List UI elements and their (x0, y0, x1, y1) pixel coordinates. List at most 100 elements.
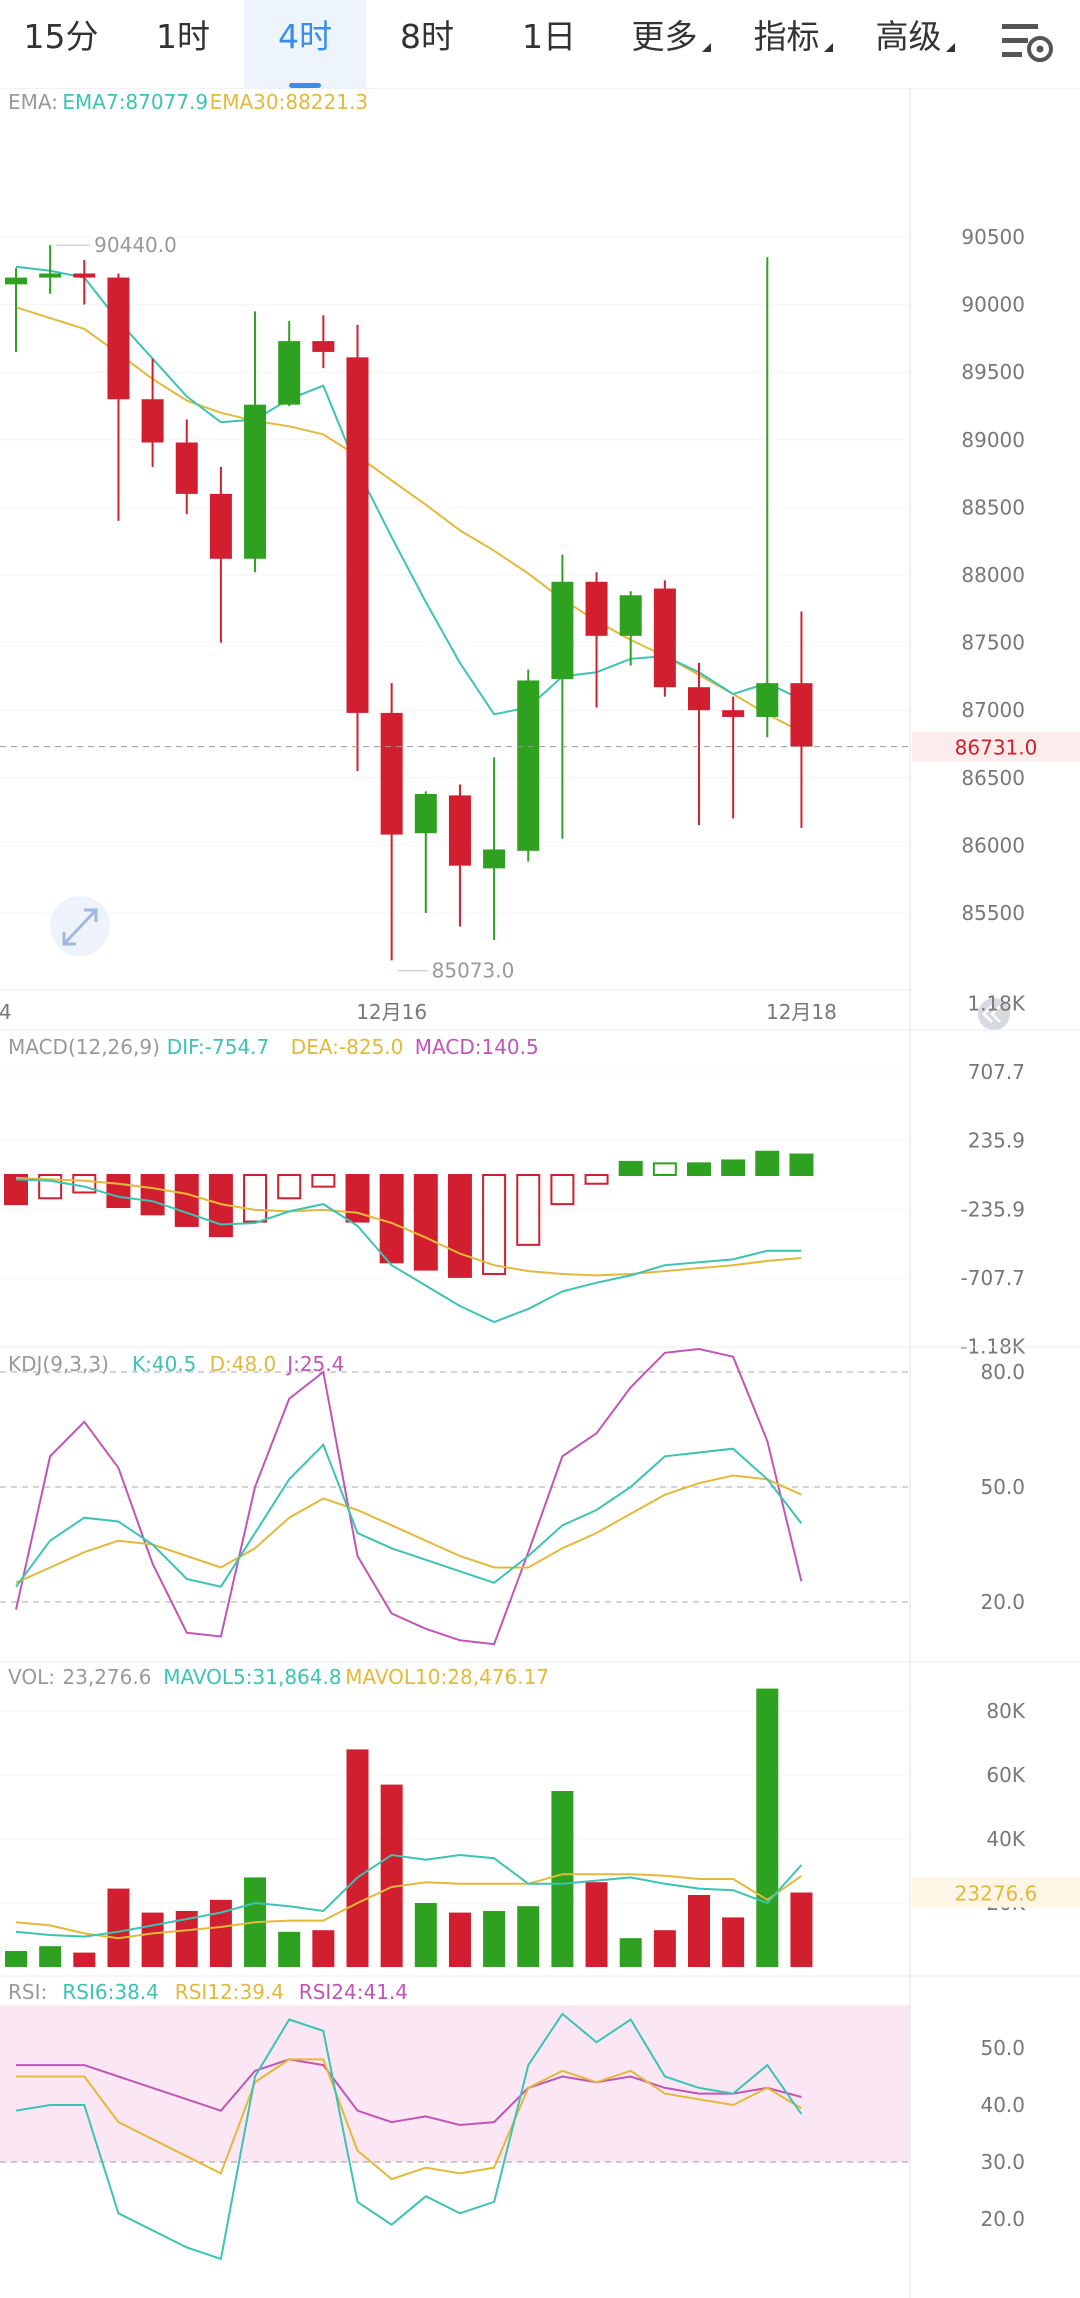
macd-bar (379, 1174, 404, 1264)
legend-item: RSI24:41.4 (299, 1980, 408, 2004)
min-price-label: 85073.0 (432, 959, 515, 983)
macd-bar (174, 1174, 199, 1227)
candle-body (141, 399, 164, 443)
dea-line (15, 1176, 802, 1277)
rsi-overbought-band (0, 2005, 910, 2162)
candle-body (244, 404, 267, 559)
legend-item: EMA30:88221.3 (210, 90, 368, 114)
y-tick-label: 60K (986, 1763, 1025, 1787)
candle-body (653, 588, 676, 688)
tab-4[interactable]: 1日 (488, 0, 610, 88)
volume-bar (278, 1931, 301, 1967)
tab-label: 4时 (278, 17, 332, 56)
volume-bar (414, 1903, 437, 1967)
legend-item: MAVOL5:31,864.8 (163, 1665, 341, 1689)
y-tick-label: 20.0 (980, 2207, 1025, 2231)
candle-body (448, 795, 471, 866)
tab-label: 高级 (875, 17, 942, 56)
volume-bar (5, 1951, 27, 1967)
macd-bar (516, 1174, 541, 1246)
kdj-k-line (15, 1442, 803, 1588)
tab-label: 8时 (400, 17, 454, 56)
last-volume-label: 23276.6 (955, 1882, 1038, 1906)
y-tick-label: 89500 (961, 360, 1025, 384)
y-tick-label: 87500 (961, 631, 1025, 655)
y-tick-label: 88500 (961, 495, 1025, 519)
legend-item: K:40.5 (132, 1352, 196, 1376)
candle-body (380, 712, 403, 835)
y-tick-label: 80.0 (980, 1360, 1025, 1384)
volume-bar (585, 1882, 608, 1967)
y-tick-label: 50.0 (980, 1475, 1025, 1499)
volume-bar (346, 1749, 369, 1967)
candle-body (619, 595, 642, 636)
y-tick-label: 30.0 (980, 2150, 1025, 2174)
volume-bar (790, 1892, 813, 1967)
candle-body (688, 687, 710, 711)
x-tick-label: 14 (0, 1000, 12, 1024)
kline-chart[interactable]: EMA: EMA7:87077.9 EMA30:88221.3 90500 90000 8… (0, 88, 1080, 2298)
tab-2[interactable]: 4时 (244, 0, 366, 88)
candle-body (39, 273, 62, 278)
y-tick-label: 40.0 (980, 2093, 1025, 2117)
dropdown-caret-icon (823, 43, 833, 52)
chart-settings-icon[interactable] (1000, 18, 1056, 66)
y-tick-label: 85500 (961, 901, 1025, 925)
volume-bar (141, 1912, 164, 1967)
candle-body (483, 849, 506, 869)
candle-body (790, 683, 813, 747)
volume-bar (517, 1906, 540, 1967)
macd-bar (413, 1174, 438, 1271)
volume-bar (39, 1946, 62, 1967)
y-tick-label: 707.7 (968, 1060, 1025, 1084)
tab-0[interactable]: 15分 (0, 0, 122, 88)
y-tick-label: 235.9 (968, 1129, 1025, 1153)
macd-bar (277, 1174, 302, 1200)
dropdown-caret-icon (701, 43, 711, 52)
tab-1[interactable]: 1时 (122, 0, 244, 88)
legend-item: RSI6:38.4 (62, 1980, 158, 2004)
kdj-j-line (15, 1347, 803, 1646)
mavol5-line (15, 1853, 803, 1938)
legend-item: MACD(12,26,9) (8, 1035, 160, 1059)
macd-bar (687, 1162, 711, 1177)
tab-5[interactable]: 更多 (610, 0, 732, 88)
last-price-label: 86731.0 (955, 736, 1038, 760)
dropdown-caret-icon (945, 43, 955, 52)
macd-bar (482, 1174, 507, 1275)
y-tick-label: 88000 (961, 563, 1025, 587)
candle-body (756, 683, 779, 717)
tab-label: 1日 (522, 17, 576, 56)
volume-bar (688, 1895, 710, 1967)
dif-line (15, 1178, 802, 1324)
kdj-d-line (15, 1474, 802, 1584)
tab-3[interactable]: 8时 (366, 0, 488, 88)
volume-bar (756, 1688, 779, 1967)
macd-bar (618, 1160, 643, 1177)
y-tick-label: 90000 (961, 293, 1025, 317)
volume-bar (73, 1952, 96, 1967)
volume-bar (551, 1791, 574, 1967)
candle-body (551, 581, 574, 680)
volume-bar (722, 1917, 745, 1967)
legend-item: EMA: (8, 90, 58, 114)
macd-bar (721, 1159, 746, 1176)
expand-icon[interactable] (50, 896, 110, 956)
tab-6[interactable]: 指标 (732, 0, 854, 88)
legend-item: 23,276.6 (62, 1665, 151, 1689)
timeframe-tab-bar: 15分 1时 4时 8时 1日 更多 指标 高级 (0, 0, 1080, 89)
volume-bar (653, 1930, 676, 1967)
tab-label: 更多 (631, 17, 698, 56)
legend-item: RSI: (8, 1980, 47, 2004)
macd-bar (140, 1174, 165, 1216)
tab-7[interactable]: 高级 (854, 0, 976, 88)
tab-label: 指标 (753, 17, 820, 56)
macd-bar (755, 1150, 780, 1176)
y-tick-label: 50.0 (980, 2036, 1025, 2060)
y-tick-label: -707.7 (961, 1266, 1025, 1290)
tab-label: 15分 (23, 17, 99, 56)
x-tick-label: 12月16 (356, 1000, 427, 1024)
x-tick-label: 12月18 (766, 1000, 837, 1024)
macd-bar (447, 1174, 472, 1278)
macd-bar (652, 1162, 677, 1177)
